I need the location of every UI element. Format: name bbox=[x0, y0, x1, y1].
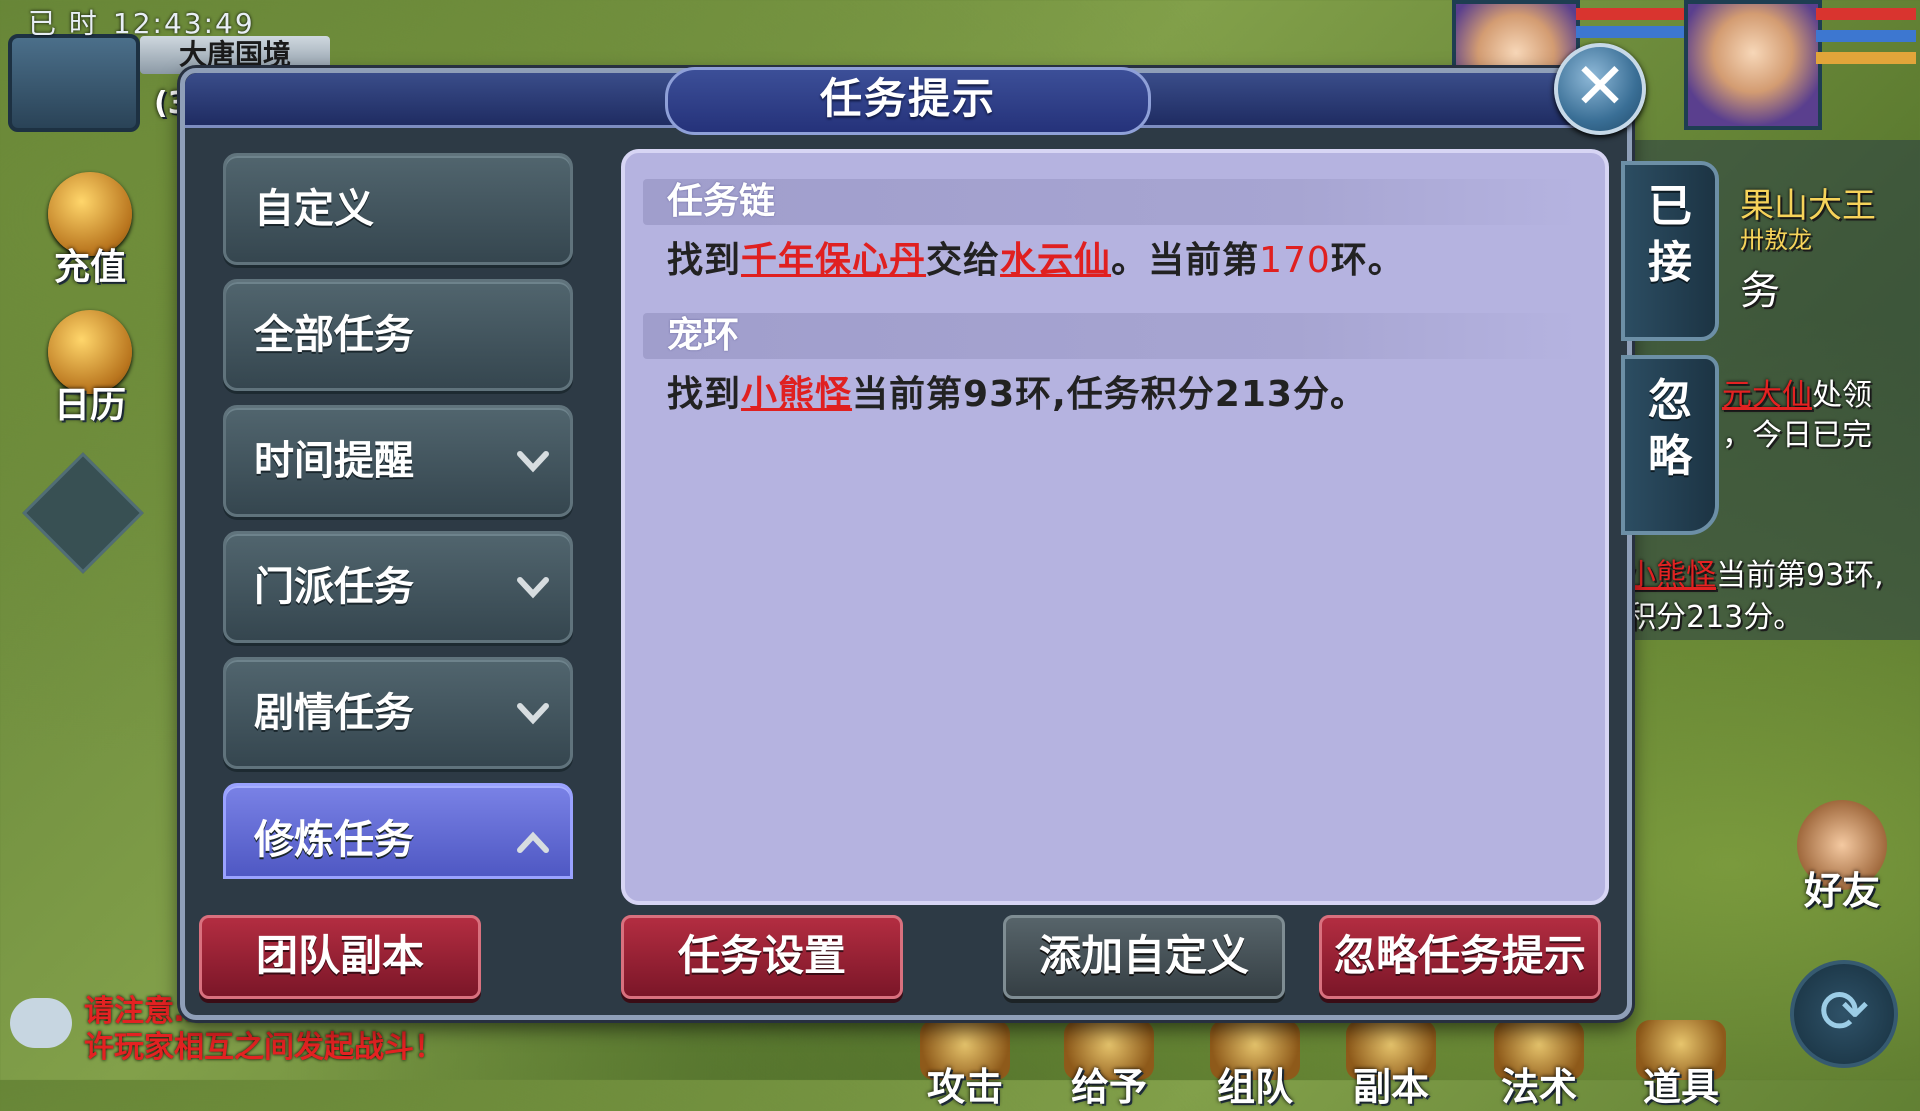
team-dungeon-button[interactable]: 团队副本 bbox=[199, 915, 481, 999]
bottom-skill-label: 法术 bbox=[1500, 1065, 1577, 1109]
task-text: 交给 bbox=[926, 240, 1001, 281]
task-chain-title: 任务链 bbox=[667, 181, 776, 222]
dialog-title-plate: 任务提示 bbox=[665, 67, 1151, 135]
chevron-down-icon bbox=[517, 451, 549, 473]
tab-accepted-label: 已接 bbox=[1648, 181, 1692, 288]
dialog-title: 任务提示 bbox=[819, 74, 996, 123]
category-cultivation-tasks[interactable]: 修炼任务 bbox=[223, 783, 573, 879]
bottom-give-label: 给予 bbox=[1070, 1065, 1147, 1109]
quest-tracker-line2: ，今日已完 bbox=[1722, 418, 1872, 453]
quest-tracker-line1-text: 处领 bbox=[1812, 378, 1872, 413]
bottom-items-label: 道具 bbox=[1642, 1065, 1719, 1109]
quest-tracker-npc: 元大仙 bbox=[1722, 378, 1812, 413]
task-text: 环。 bbox=[1330, 240, 1405, 281]
task-text: 找到 bbox=[667, 240, 742, 281]
recharge-label: 充值 bbox=[53, 247, 126, 288]
calendar-label: 日历 bbox=[53, 385, 126, 426]
refresh-button[interactable]: ⟳ bbox=[1790, 960, 1898, 1068]
tab-accepted[interactable]: 已接 bbox=[1621, 161, 1719, 341]
task-settings-button[interactable]: 任务设置 bbox=[621, 915, 903, 999]
category-all-tasks[interactable]: 全部任务 bbox=[223, 279, 573, 391]
bottom-attack[interactable]: 攻击 bbox=[910, 1020, 1020, 1111]
pet-mp-bar bbox=[1576, 26, 1686, 38]
task-round-number: 170 bbox=[1259, 240, 1331, 281]
category-time-reminder[interactable]: 时间提醒 bbox=[223, 405, 573, 517]
joystick-diamond[interactable] bbox=[22, 452, 144, 574]
chevron-down-icon bbox=[517, 577, 549, 599]
bottom-give[interactable]: 给予 bbox=[1054, 1020, 1164, 1111]
friend-button[interactable]: 好友 bbox=[1782, 800, 1902, 915]
category-label: 时间提醒 bbox=[254, 438, 414, 484]
chevron-up-icon bbox=[517, 831, 549, 853]
minimap[interactable] bbox=[8, 34, 140, 132]
pet-ring-line: 找到小熊怪当前第93环,任务积分213分。 bbox=[667, 365, 1367, 417]
task-hint-dialog: 任务提示 ✕ 自定义 全部任务 时间提醒 门派任务 剧情任务 修炼任务 任务链 … bbox=[180, 43, 1719, 1020]
close-button[interactable]: ✕ bbox=[1554, 43, 1646, 135]
player-mp-bar bbox=[1816, 30, 1916, 42]
pet-hp-bar bbox=[1576, 8, 1686, 20]
category-story-tasks[interactable]: 剧情任务 bbox=[223, 657, 573, 769]
recharge-button[interactable]: 充值 bbox=[30, 172, 150, 290]
category-label: 自定义 bbox=[254, 186, 374, 232]
bottom-team[interactable]: 组队 bbox=[1200, 1020, 1310, 1111]
refresh-icon: ⟳ bbox=[1818, 977, 1870, 1047]
quest-tracker-line1: 元大仙处领 bbox=[1722, 370, 1872, 414]
quest-tracker-sub: 卅敖龙 bbox=[1740, 226, 1812, 254]
chat-line-2: 许玩家相互之间发起战斗！ bbox=[84, 1030, 444, 1065]
close-icon: ✕ bbox=[1573, 50, 1627, 124]
quest-tracker-line3: 小熊怪当前第93环, bbox=[1626, 550, 1884, 594]
tab-ignored[interactable]: 忽略 bbox=[1621, 355, 1719, 535]
player-portrait[interactable] bbox=[1684, 0, 1822, 130]
task-text: 找到 bbox=[667, 374, 742, 415]
task-content-box: 任务链 找到千年保心丹交给水云仙。当前第170环。 宠环 找到小熊怪当前第93环… bbox=[621, 149, 1609, 905]
task-text: 当前第93环,任务积分213分。 bbox=[852, 374, 1367, 415]
calendar-button[interactable]: 日历 bbox=[30, 310, 150, 428]
add-custom-button[interactable]: 添加自定义 bbox=[1003, 915, 1285, 999]
quest-tracker-partial: 务 bbox=[1740, 268, 1780, 314]
friend-label: 好友 bbox=[1803, 869, 1880, 913]
player-hp-bar bbox=[1816, 8, 1916, 20]
task-text: 。当前第 bbox=[1111, 240, 1260, 281]
ignore-task-hint-button[interactable]: 忽略任务提示 bbox=[1319, 915, 1601, 999]
category-label: 全部任务 bbox=[254, 312, 414, 358]
bottom-skill[interactable]: 法术 bbox=[1484, 1020, 1594, 1111]
pet-npc-link[interactable]: 小熊怪 bbox=[741, 374, 852, 415]
task-item-link[interactable]: 千年保心丹 bbox=[741, 240, 926, 281]
category-label: 剧情任务 bbox=[254, 690, 414, 736]
chevron-down-icon bbox=[517, 703, 549, 725]
tab-ignored-label: 忽略 bbox=[1648, 375, 1692, 482]
category-custom[interactable]: 自定义 bbox=[223, 153, 573, 265]
category-label: 门派任务 bbox=[254, 564, 414, 610]
task-npc-link[interactable]: 水云仙 bbox=[1000, 240, 1111, 281]
bottom-dungeon-label: 副本 bbox=[1352, 1065, 1429, 1109]
bottom-attack-label: 攻击 bbox=[926, 1065, 1003, 1109]
player-exp-bar bbox=[1816, 52, 1916, 64]
task-chain-header: 任务链 bbox=[643, 179, 1577, 225]
pet-ring-header: 宠环 bbox=[643, 313, 1577, 359]
bottom-items[interactable]: 道具 bbox=[1626, 1020, 1736, 1111]
bottom-dungeon[interactable]: 副本 bbox=[1336, 1020, 1446, 1111]
game-day: 已 时 bbox=[28, 7, 99, 40]
quest-tracker-line3-text: 当前第93环, bbox=[1716, 558, 1884, 593]
category-label: 修炼任务 bbox=[254, 817, 414, 863]
task-chain-line: 找到千年保心丹交给水云仙。当前第170环。 bbox=[667, 231, 1405, 283]
pet-ring-title: 宠环 bbox=[667, 315, 740, 356]
quest-tracker-pet-npc: 小熊怪 bbox=[1626, 558, 1716, 593]
bottom-team-label: 组队 bbox=[1216, 1065, 1293, 1109]
chat-icon[interactable] bbox=[10, 998, 72, 1048]
category-sect-tasks[interactable]: 门派任务 bbox=[223, 531, 573, 643]
quest-tracker-line4: 积分213分。 bbox=[1626, 600, 1804, 635]
